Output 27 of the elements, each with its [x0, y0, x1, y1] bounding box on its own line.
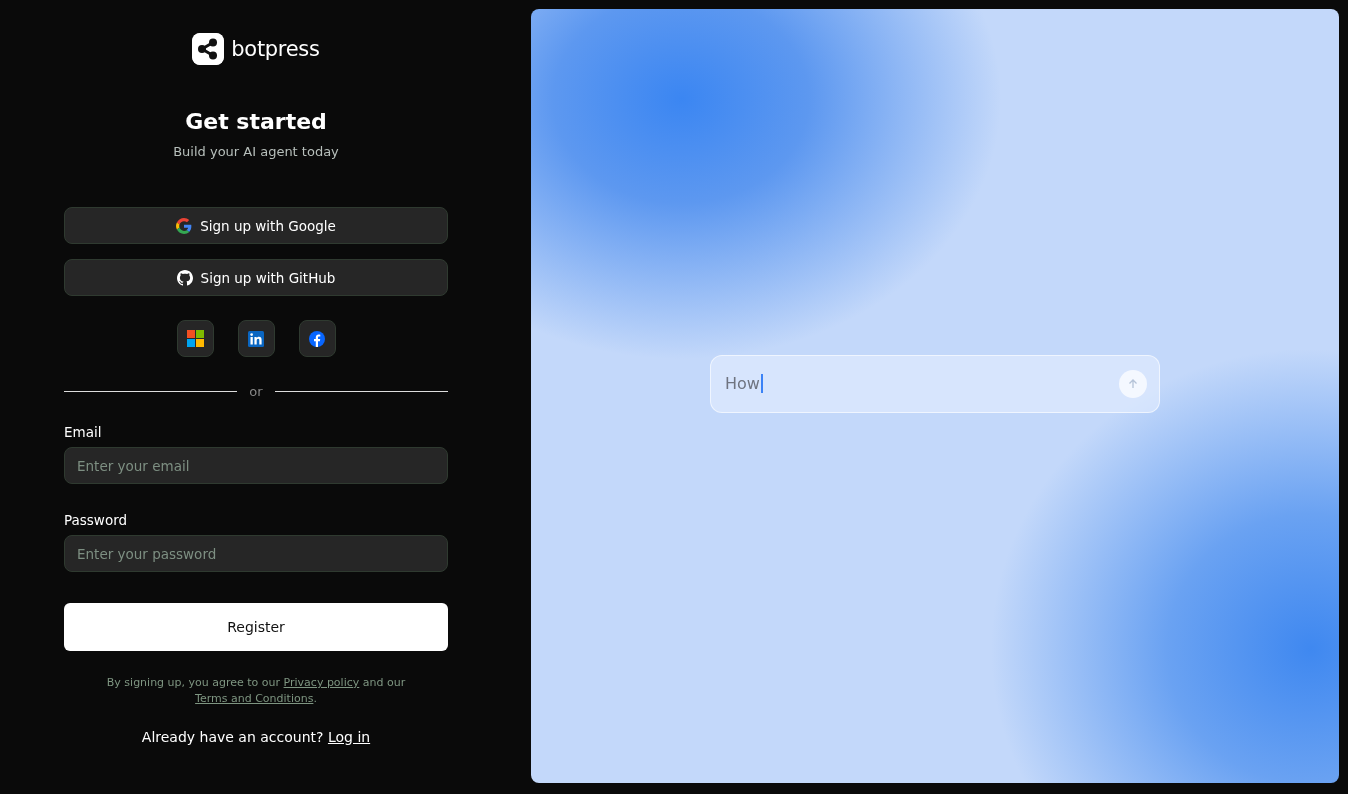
register-button[interactable]: Register — [64, 603, 448, 651]
page-heading: Get started — [185, 109, 327, 134]
password-input-field[interactable]: Enter your password — [64, 535, 448, 572]
divider-label: or — [249, 384, 263, 399]
google-signup-button[interactable]: Sign up with Google — [64, 207, 448, 244]
linkedin-icon — [248, 330, 264, 347]
github-signup-button[interactable]: Sign up with GitHub — [64, 259, 448, 296]
login-link[interactable]: Log in — [327, 729, 371, 745]
facebook-icon — [309, 330, 325, 347]
page-subtitle: Build your AI agent today — [173, 144, 339, 159]
legal-link[interactable]: Privacy policy — [283, 676, 360, 689]
brand-name: botpress — [231, 37, 320, 61]
windows-logo-icon — [186, 330, 204, 347]
prompt-input-field[interactable]: How — [710, 354, 1160, 413]
google-icon — [176, 217, 193, 234]
field-label: Password — [64, 512, 128, 528]
legal-notice: By signing up, you agree to our Privacy policy and our Terms and Conditions. — [105, 675, 407, 707]
github-icon — [176, 269, 193, 286]
email-input-field[interactable]: Enter your email — [64, 447, 448, 484]
field-label: Email — [64, 424, 102, 440]
login-prompt: Already have an account? Log in — [141, 729, 371, 745]
facebook-signup-button[interactable] — [298, 320, 336, 357]
windows-signup-button[interactable] — [176, 320, 214, 357]
linkedin-signup-button[interactable] — [237, 320, 275, 357]
share-logo-icon — [192, 33, 225, 65]
prompt-value: How — [725, 374, 763, 393]
arrow-up-icon — [1128, 378, 1138, 389]
